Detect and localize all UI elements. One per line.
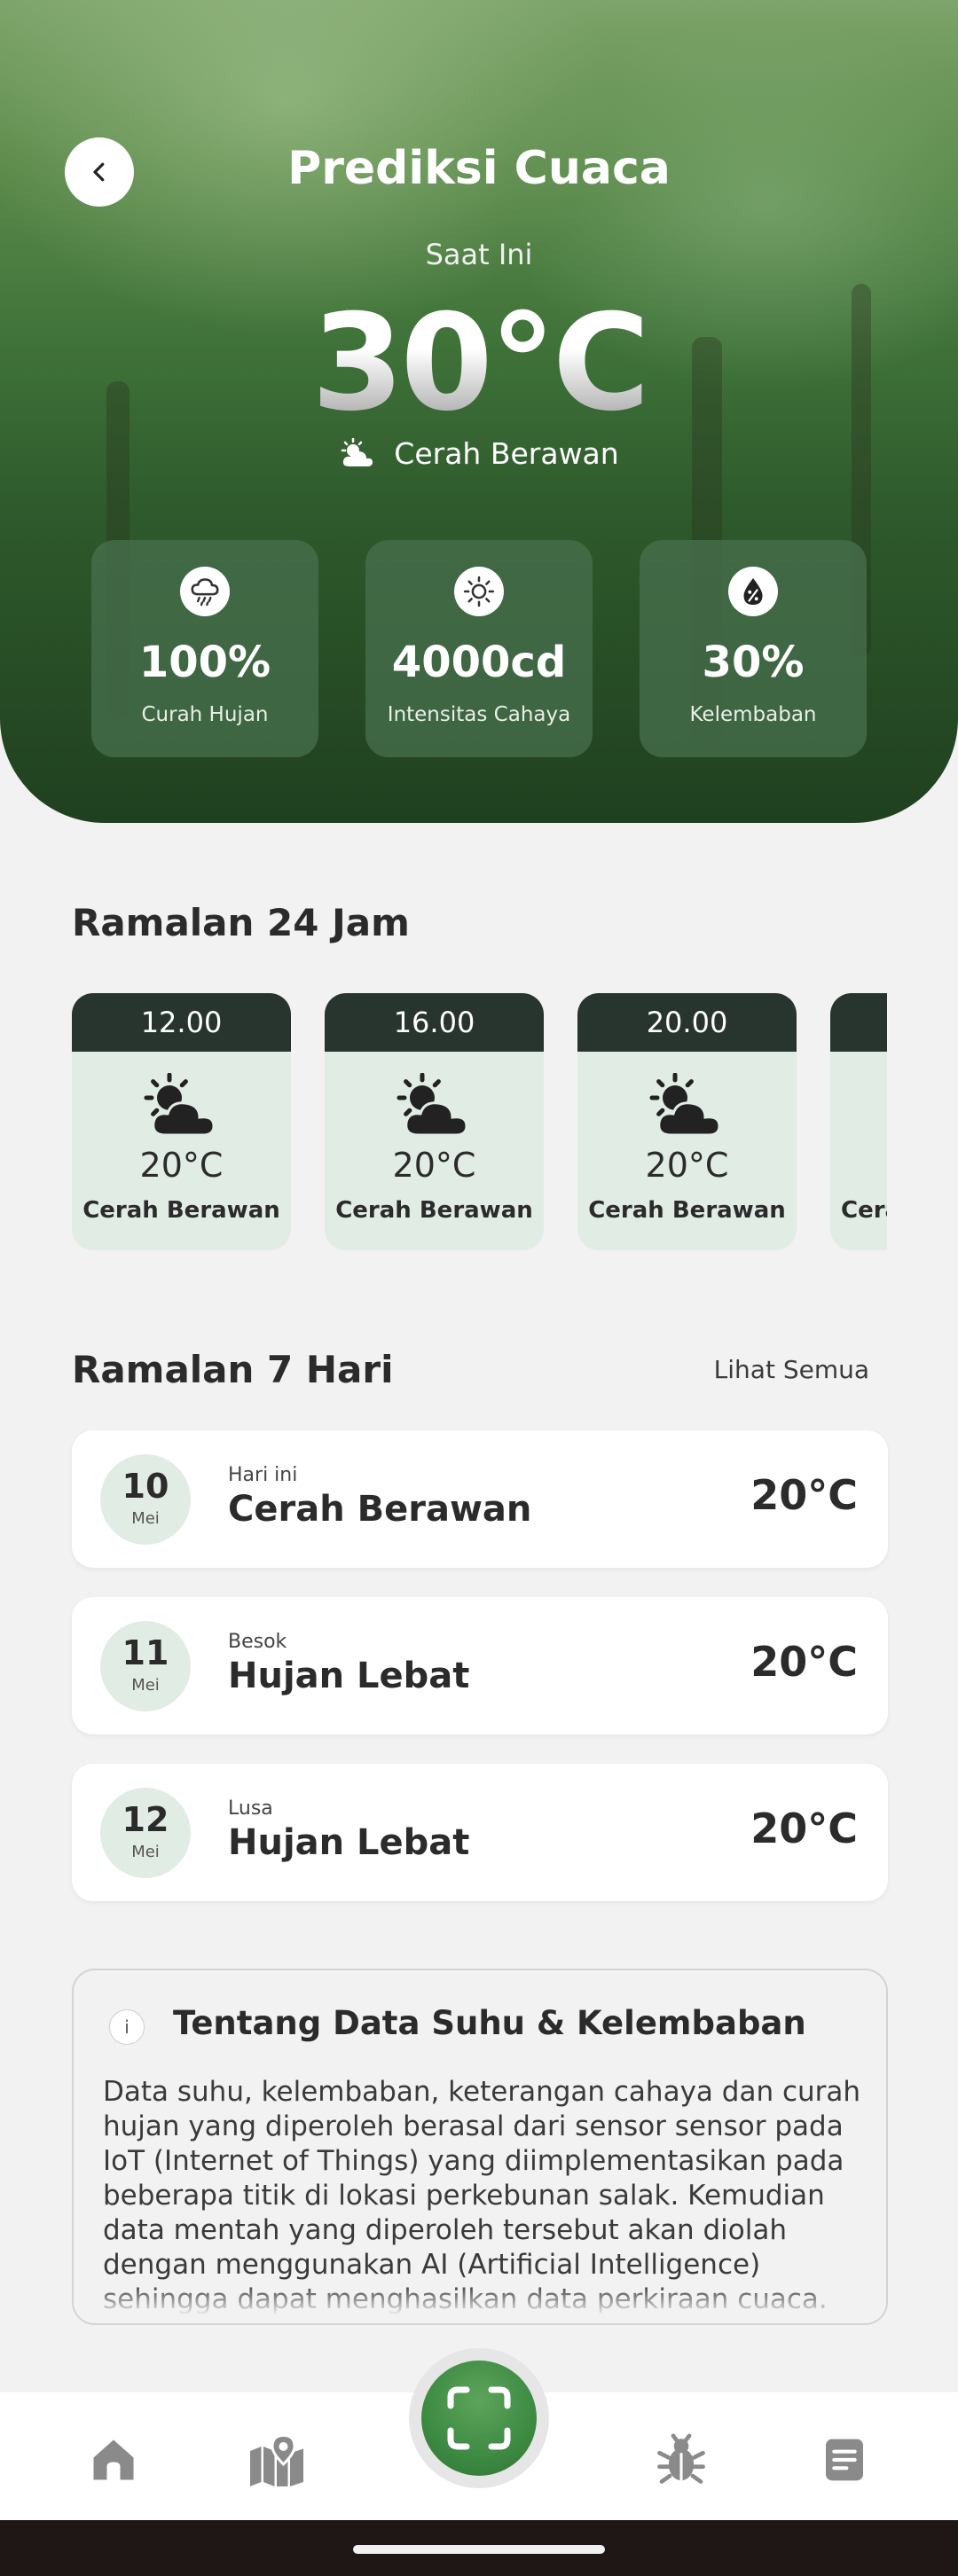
hourly-card[interactable]: Cerah Berawan [830,993,887,1250]
hourly-card[interactable]: 20.00 20°C Cerah Berawan [577,993,797,1250]
hour-temperature: 20°C [139,1146,224,1185]
relative-day-label: Hari ini [228,1464,298,1486]
stat-label: Curah Hujan [141,703,269,726]
date-badge: 12 Mei [100,1788,191,1878]
home-icon [93,2439,134,2480]
partly-cloudy-icon [144,1073,216,1137]
info-title: Tentang Data Suhu & Kelembaban [173,2004,806,2042]
hour-time [830,993,887,1052]
document-icon [826,2439,863,2481]
partly-cloudy-icon [649,1073,721,1137]
day-temperature: 20°C [750,1471,858,1519]
stat-label: Kelembaban [689,703,817,726]
month-label: Mei [131,1509,160,1528]
hour-time: 20.00 [577,993,797,1052]
map-icon [250,2433,303,2486]
hourly-forecast-list[interactable]: 12.00 20°C Cerah Berawan 16.00 20°C Cera… [72,993,887,1250]
hour-condition: Cerah Berawan [335,1197,533,1224]
scroll-fade [74,2284,886,2323]
nav-map[interactable] [241,2424,312,2495]
day-number: 11 [122,1633,169,1672]
stat-card-light-intensity: 4000cd Intensitas Cahaya [365,540,593,757]
stat-value: 4000cd [391,638,567,687]
day-condition: Hujan Lebat [228,1822,470,1863]
day-condition: Hujan Lebat [228,1656,470,1696]
see-all-link[interactable]: Lihat Semua [714,1355,869,1384]
day-temperature: 20°C [750,1805,858,1852]
stat-label: Intensitas Cahaya [387,703,571,726]
hour-condition: Cerah Berawan [82,1197,280,1224]
hourly-card[interactable]: 12.00 20°C Cerah Berawan [72,993,291,1250]
daily-forecast-row[interactable]: 11 Mei Besok Hujan Lebat 20°C [72,1597,888,1734]
home-indicator[interactable] [353,2545,605,2554]
hour-condition: Cerah Berawan [588,1197,786,1224]
date-badge: 11 Mei [100,1621,191,1711]
hour-temperature: 20°C [645,1146,729,1185]
current-temperature: 30°C [0,293,958,435]
hourly-card[interactable]: 16.00 20°C Cerah Berawan [325,993,544,1250]
nav-pest[interactable] [646,2424,717,2495]
hour-temperature: 20°C [392,1146,476,1185]
sun-icon [454,567,504,616]
stat-value: 30% [702,638,805,687]
info-panel[interactable]: i Tentang Data Suhu & Kelembaban Data su… [72,1969,888,2325]
day-number: 10 [122,1467,169,1506]
hour-condition: Cerah Berawan [841,1197,887,1224]
nav-home[interactable] [78,2424,149,2495]
relative-day-label: Besok [228,1631,287,1653]
current-condition-label: Cerah Berawan [394,436,619,471]
daily-section-title: Ramalan 7 Hari [72,1348,394,1391]
partly-cloudy-icon [397,1073,468,1137]
humidity-drop-icon [728,567,778,616]
daily-forecast-row[interactable]: 10 Mei Hari ini Cerah Berawan 20°C [72,1430,888,1568]
page-title: Prediksi Cuaca [287,142,671,195]
bug-icon [657,2433,705,2484]
info-icon: i [109,2009,145,2045]
month-label: Mei [131,1843,160,1861]
daily-forecast-row[interactable]: 12 Mei Lusa Hujan Lebat 20°C [72,1764,888,1901]
system-gesture-bar [0,2520,958,2576]
relative-day-label: Lusa [228,1797,273,1820]
stat-value: 100% [138,638,271,687]
weather-hero: Prediksi Cuaca Saat Ini 30°C Cerah Beraw… [0,0,958,823]
info-body: Data suhu, kelembaban, keterangan cahaya… [103,2076,861,2315]
hourly-section-title: Ramalan 24 Jam [72,901,410,944]
nav-articles[interactable] [809,2424,880,2495]
day-condition: Cerah Berawan [228,1489,532,1530]
stat-card-humidity: 30% Kelembaban [640,540,867,757]
hour-time: 16.00 [325,993,544,1052]
current-condition: Cerah Berawan [0,436,958,471]
partly-cloudy-icon [342,437,373,466]
date-badge: 10 Mei [100,1454,191,1545]
rain-cloud-icon [180,567,230,616]
hour-time: 12.00 [72,993,291,1052]
current-label: Saat Ini [425,238,533,271]
month-label: Mei [131,1676,160,1695]
scan-button[interactable] [421,2361,537,2476]
scan-icon [447,2386,511,2450]
day-number: 12 [122,1800,169,1839]
day-temperature: 20°C [750,1638,858,1686]
scan-button-ring [409,2348,549,2488]
stat-card-rainfall: 100% Curah Hujan [91,540,318,757]
